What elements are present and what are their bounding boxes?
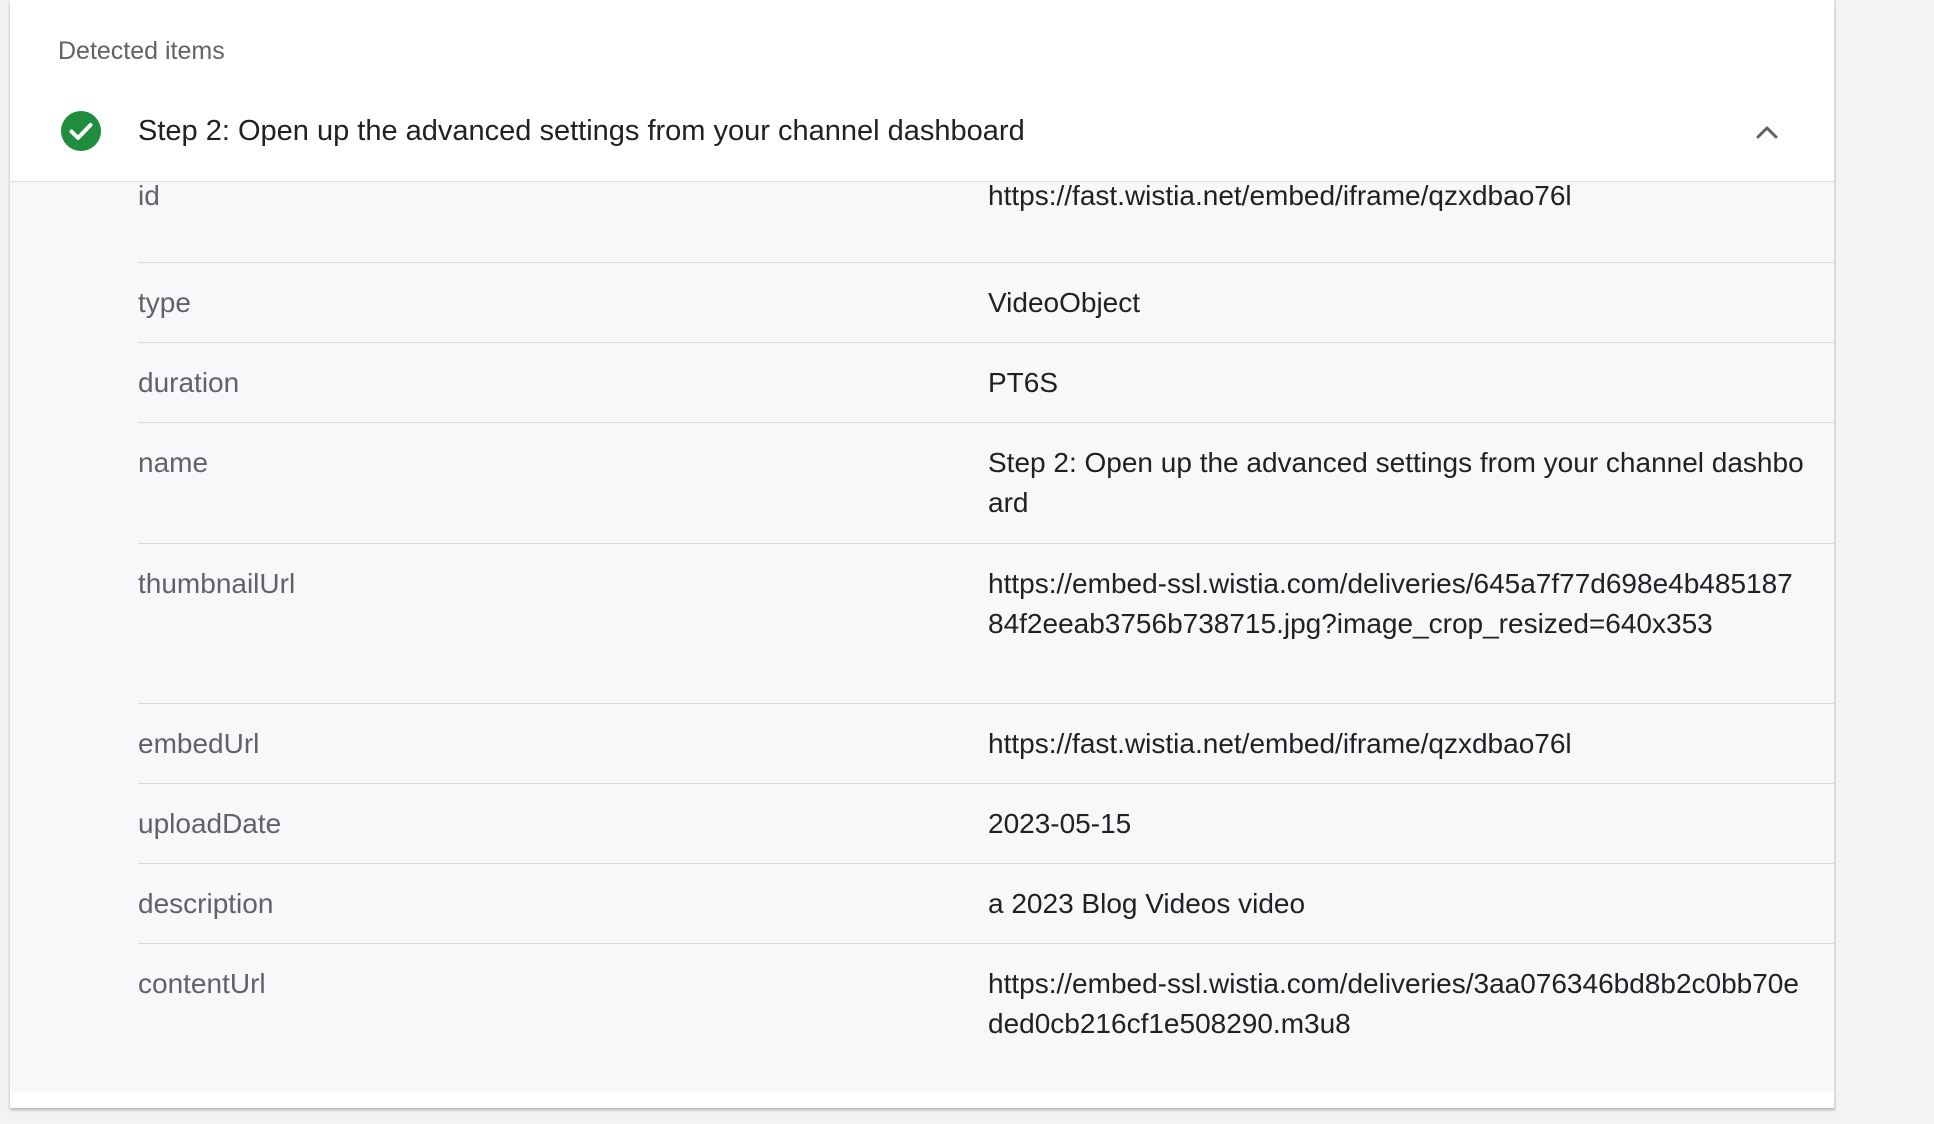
item-header[interactable]: Step 2: Open up the advanced settings fr…: [10, 84, 1834, 182]
property-value: https://fast.wistia.net/embed/iframe/qzx…: [988, 728, 1572, 759]
page-background: [1836, 0, 1934, 1124]
section-label: Detected items: [58, 37, 225, 65]
property-row-type: type VideoObject: [138, 263, 1834, 343]
chevron-up-icon[interactable]: [1752, 117, 1782, 147]
property-value: https://embed-ssl.wistia.com/deliveries/…: [988, 568, 1793, 639]
property-key: embedUrl: [138, 728, 260, 759]
property-value: https://embed-ssl.wistia.com/deliveries/…: [988, 968, 1799, 1039]
check-circle-icon: [61, 111, 101, 151]
property-value: a 2023 Blog Videos video: [988, 888, 1306, 919]
property-row-thumbnailurl: thumbnailUrl https://embed-ssl.wistia.co…: [138, 544, 1834, 704]
property-value: Step 2: Open up the advanced settings fr…: [988, 447, 1804, 518]
property-key: id: [138, 180, 160, 211]
property-row-duration: duration PT6S: [138, 343, 1834, 423]
property-value: 2023-05-15: [988, 808, 1132, 839]
property-row-id: id https://fast.wistia.net/embed/iframe/…: [138, 180, 1834, 263]
item-details: id https://fast.wistia.net/embed/iframe/…: [10, 180, 1834, 1092]
property-value: PT6S: [988, 367, 1059, 398]
item-title[interactable]: Step 2: Open up the advanced settings fr…: [138, 114, 1025, 148]
property-value: https://fast.wistia.net/embed/iframe/qzx…: [988, 180, 1572, 211]
property-row-embedurl: embedUrl https://fast.wistia.net/embed/i…: [138, 704, 1834, 784]
property-row-name: name Step 2: Open up the advanced settin…: [138, 423, 1834, 544]
detected-items-card: Detected items Step 2: Open up the advan…: [10, 0, 1835, 1108]
property-key: name: [138, 447, 209, 478]
property-row-uploaddate: uploadDate 2023-05-15: [138, 784, 1834, 864]
property-key: thumbnailUrl: [138, 568, 296, 599]
property-row-contenturl: contentUrl https://embed-ssl.wistia.com/…: [138, 944, 1834, 1084]
property-row-description: description a 2023 Blog Videos video: [138, 864, 1834, 944]
property-value: VideoObject: [988, 287, 1141, 318]
property-key: duration: [138, 367, 240, 398]
property-key: description: [138, 888, 274, 919]
property-key: uploadDate: [138, 808, 282, 839]
property-key: type: [138, 287, 191, 318]
property-key: contentUrl: [138, 968, 266, 999]
